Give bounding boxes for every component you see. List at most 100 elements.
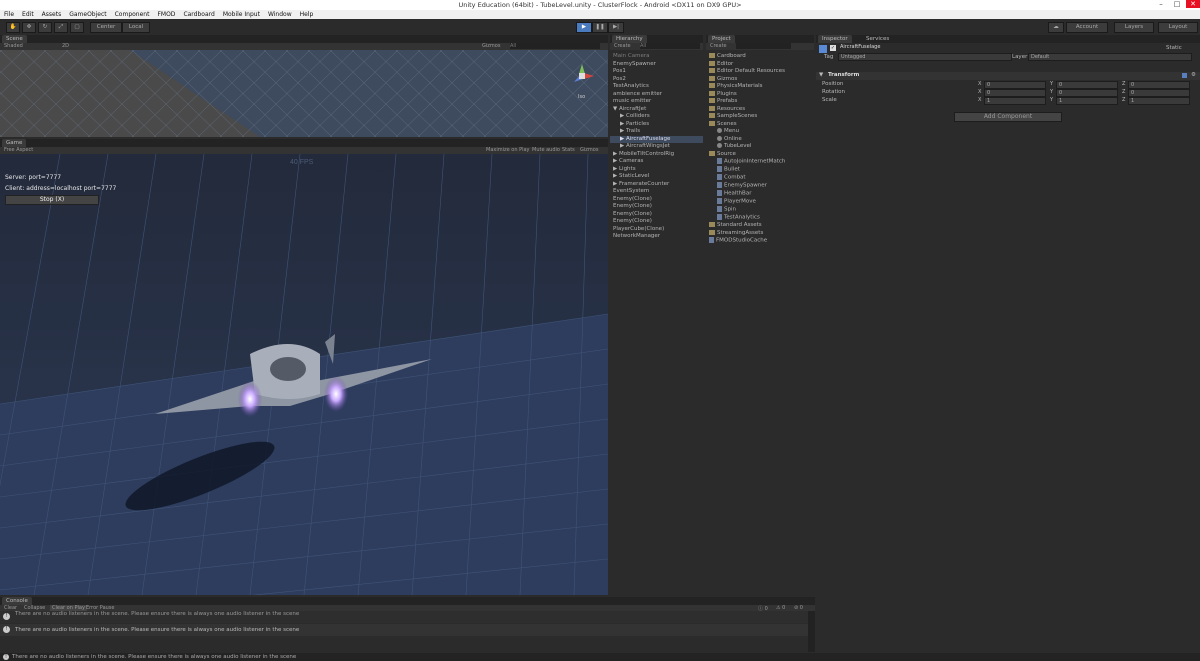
pivot-toggle[interactable]: Center — [90, 22, 122, 33]
mute-audio-toggle[interactable]: Mute audio — [532, 147, 560, 153]
status-message[interactable]: There are no audio listeners in the scen… — [12, 653, 296, 661]
project-item[interactable]: TestAnalytics — [706, 214, 814, 222]
scale-tool-icon[interactable]: ⤢ — [54, 22, 68, 33]
hierarchy-item[interactable]: ▶ Trails — [610, 128, 703, 136]
settings-gear-icon[interactable]: ⚙ — [1191, 72, 1196, 78]
hierarchy-item[interactable]: ▶ Lights — [610, 166, 703, 174]
tab-project[interactable]: Project — [708, 35, 735, 43]
layout-dropdown[interactable]: Layout — [1158, 22, 1198, 33]
menu-item[interactable]: FMOD — [153, 10, 179, 18]
move-tool-icon[interactable]: ✥ — [22, 22, 36, 33]
tab-scene[interactable]: Scene — [2, 35, 27, 43]
transform-header[interactable]: ▼ Transform ⚙ — [816, 72, 1200, 80]
project-item[interactable]: Gizmos — [706, 75, 814, 84]
hand-tool-icon[interactable]: ✋ — [6, 22, 20, 33]
scene-gizmos-dropdown[interactable]: Gizmos — [482, 43, 500, 49]
project-item[interactable]: TubeLevel — [706, 143, 814, 151]
minimize-icon[interactable]: – — [1154, 0, 1168, 8]
maximize-icon[interactable]: □ — [1170, 0, 1184, 8]
project-item[interactable]: Cardboard — [706, 53, 814, 61]
transform-x-field[interactable]: 0 — [984, 81, 1046, 89]
hierarchy-item[interactable]: ▶ MobileTiltControlRig — [610, 151, 703, 159]
hierarchy-item[interactable]: Enemy(Clone) — [610, 218, 703, 226]
hierarchy-item[interactable]: ▶ Particles — [610, 121, 703, 129]
project-item[interactable]: Prefabs — [706, 98, 814, 106]
help-icon[interactable] — [1182, 73, 1187, 78]
project-item[interactable]: Source — [706, 150, 814, 159]
menu-item[interactable]: Cardboard — [179, 10, 218, 18]
game-gizmos-dropdown[interactable]: Gizmos — [580, 147, 598, 153]
hierarchy-item[interactable]: ▶ Cameras — [610, 158, 703, 166]
project-item[interactable]: Resources — [706, 105, 814, 114]
hierarchy-item[interactable]: Enemy(Clone) — [610, 211, 703, 219]
scene-view[interactable]: Iso — [0, 50, 608, 137]
active-checkbox[interactable]: ✓ — [830, 45, 836, 51]
tab-console[interactable]: Console — [2, 597, 32, 605]
tab-inspector[interactable]: Inspector — [818, 35, 852, 43]
hierarchy-item[interactable]: Enemy(Clone) — [610, 203, 703, 211]
project-item[interactable]: Editor — [706, 60, 814, 69]
maximize-on-play-toggle[interactable]: Maximize on Play — [486, 147, 530, 153]
stats-toggle[interactable]: Stats — [562, 147, 575, 153]
hierarchy-item[interactable]: ▶ FramerateCounter — [610, 181, 703, 189]
hierarchy-create-dropdown[interactable]: Create — [614, 43, 631, 49]
menu-item[interactable]: Assets — [38, 10, 66, 18]
tab-hierarchy[interactable]: Hierarchy — [612, 35, 647, 43]
static-toggle[interactable]: Static — [1166, 45, 1182, 51]
space-toggle[interactable]: Local — [122, 22, 150, 33]
hierarchy-item[interactable]: music emitter — [610, 98, 703, 106]
aspect-dropdown[interactable]: Free Aspect — [4, 147, 33, 153]
project-item[interactable]: Editor Default Resources — [706, 68, 814, 76]
project-item[interactable]: Plugins — [706, 90, 814, 99]
menu-item[interactable]: GameObject — [65, 10, 110, 18]
project-item[interactable]: SampleScenes — [706, 113, 814, 121]
transform-x-field[interactable]: 0 — [984, 89, 1046, 97]
project-search-input[interactable] — [736, 43, 791, 49]
project-item[interactable]: PhysicsMaterials — [706, 83, 814, 91]
hierarchy-item[interactable]: ▶ AircraftFuselage — [610, 135, 703, 143]
project-item[interactable]: Menu — [706, 128, 814, 136]
transform-y-field[interactable]: 0 — [1056, 89, 1118, 97]
project-create-dropdown[interactable]: Create — [710, 43, 727, 49]
pause-button[interactable]: ❚❚ — [592, 22, 608, 33]
hierarchy-item[interactable]: EnemySpawner — [610, 61, 703, 69]
hierarchy-item[interactable]: EventSystem — [610, 188, 703, 196]
hierarchy-item[interactable]: Pos2 — [610, 76, 703, 84]
hierarchy-item[interactable]: ▶ StaticLevel — [610, 173, 703, 181]
hierarchy-item[interactable]: ▶ Colliders — [610, 113, 703, 121]
shading-dropdown[interactable]: Shaded — [4, 43, 23, 49]
transform-y-field[interactable]: 0 — [1056, 81, 1118, 89]
rect-tool-icon[interactable]: ▢ — [70, 22, 84, 33]
hierarchy-item[interactable]: Enemy(Clone) — [610, 196, 703, 204]
account-dropdown[interactable]: Account — [1066, 22, 1108, 33]
project-item[interactable]: Spin — [706, 206, 814, 214]
play-button[interactable]: ▶ — [576, 22, 592, 33]
project-item[interactable]: Scenes — [706, 120, 814, 129]
hierarchy-item[interactable]: ambience emitter — [610, 91, 703, 99]
transform-z-field[interactable]: 0 — [1128, 89, 1190, 97]
console-entry[interactable]: ! There are no audio listeners in the sc… — [0, 611, 808, 623]
transform-z-field[interactable]: 1 — [1128, 97, 1190, 105]
menu-item[interactable]: Edit — [18, 10, 38, 18]
project-item[interactable]: Standard Assets — [706, 222, 814, 230]
step-button[interactable]: ▶| — [608, 22, 624, 33]
menu-item[interactable]: Help — [296, 10, 318, 18]
menu-item[interactable]: Window — [264, 10, 296, 18]
project-item[interactable]: FMODStudioCache — [706, 237, 814, 245]
tab-services[interactable]: Services — [862, 35, 894, 43]
game-view[interactable]: 40 FPS Server: port=7777 Client: address… — [0, 154, 608, 595]
project-item[interactable]: StreamingAssets — [706, 229, 814, 238]
transform-y-field[interactable]: 1 — [1056, 97, 1118, 105]
menu-item[interactable]: File — [0, 10, 18, 18]
tag-dropdown[interactable]: Untagged — [838, 53, 1012, 61]
project-item[interactable]: EnemySpawner — [706, 182, 814, 190]
stop-button[interactable]: Stop (X) — [5, 195, 99, 205]
transform-z-field[interactable]: 0 — [1128, 81, 1190, 89]
menu-item[interactable]: Component — [111, 10, 154, 18]
hierarchy-search-input[interactable]: All — [640, 43, 700, 49]
project-item[interactable]: Online — [706, 135, 814, 144]
rotate-tool-icon[interactable]: ↻ — [38, 22, 52, 33]
menu-item[interactable]: Mobile Input — [219, 10, 264, 18]
console-entry[interactable]: ! There are no audio listeners in the sc… — [0, 624, 808, 636]
transform-x-field[interactable]: 1 — [984, 97, 1046, 105]
